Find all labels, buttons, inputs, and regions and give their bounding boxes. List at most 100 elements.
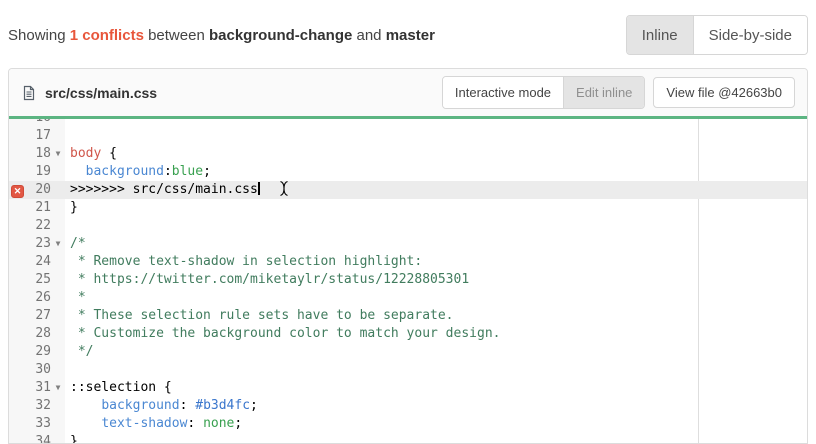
code-content: * Customize the background color to matc… <box>65 325 500 343</box>
line-number: 25 <box>27 271 51 289</box>
gutter: ✕20 <box>9 181 65 199</box>
code-line-23[interactable]: 23▼/* <box>9 235 807 253</box>
gutter: 34 <box>9 433 65 444</box>
gutter: 27 <box>9 307 65 325</box>
gutter: 18▼ <box>9 145 65 163</box>
summary-between: between <box>148 27 205 44</box>
code-content: */ <box>65 343 93 361</box>
line-number: 28 <box>27 325 51 343</box>
code-line-17[interactable]: 17 <box>9 127 807 145</box>
code-line-20[interactable]: ✕20>>>>>>> src/css/main.css <box>9 181 807 199</box>
line-number: 32 <box>27 397 51 415</box>
file-header: src/css/main.css Interactive modeEdit in… <box>9 69 807 116</box>
line-number: 34 <box>27 433 51 444</box>
line-number: 21 <box>27 199 51 217</box>
conflicts-count: 1 conflicts <box>70 27 144 44</box>
line-number: 29 <box>27 343 51 361</box>
gutter: 30 <box>9 361 65 379</box>
line-number: 20 <box>24 181 51 199</box>
code-content: text-shadow: none; <box>65 415 242 433</box>
summary-prefix: Showing <box>8 27 66 44</box>
code-line-26[interactable]: 26 * <box>9 289 807 307</box>
code-content <box>65 127 70 145</box>
line-number: 26 <box>27 289 51 307</box>
code-content: * Remove text-shadow in selection highli… <box>65 253 422 271</box>
code-editor[interactable]: 161718▼body {19 background:blue;✕20>>>>>… <box>9 119 807 444</box>
file-document-icon <box>21 85 37 101</box>
line-number: 33 <box>27 415 51 433</box>
code-line-24[interactable]: 24 * Remove text-shadow in selection hig… <box>9 253 807 271</box>
line-number: 16 <box>27 119 51 127</box>
line-number: 31 <box>27 379 51 397</box>
gutter: 23▼ <box>9 235 65 253</box>
code-content: ::selection { <box>65 379 172 397</box>
code-content: * https://twitter.com/miketaylr/status/1… <box>65 271 469 289</box>
edit-inline-button[interactable]: Edit inline <box>563 77 644 108</box>
gutter: 22 <box>9 217 65 235</box>
branch-target: master <box>386 27 435 44</box>
code-content: /* <box>65 235 86 253</box>
code-line-32[interactable]: 32 background: #b3d4fc; <box>9 397 807 415</box>
code-line-30[interactable]: 30 <box>9 361 807 379</box>
gutter: 21 <box>9 199 65 217</box>
file-actions: Interactive modeEdit inline View file @4… <box>442 76 795 109</box>
code-content: background:blue; <box>65 163 211 181</box>
text-caret <box>258 182 260 195</box>
line-number: 27 <box>27 307 51 325</box>
view-mode-side-by-side[interactable]: Side-by-side <box>693 16 807 54</box>
conflict-error-icon: ✕ <box>11 185 24 198</box>
i-beam-cursor-icon <box>278 180 290 197</box>
gutter: 24 <box>9 253 65 271</box>
line-number: 24 <box>27 253 51 271</box>
gutter: 32 <box>9 397 65 415</box>
interactive-mode-button[interactable]: Interactive mode <box>443 77 563 108</box>
code-line-33[interactable]: 33 text-shadow: none; <box>9 415 807 433</box>
view-mode-inline[interactable]: Inline <box>627 16 693 54</box>
gutter: 26 <box>9 289 65 307</box>
view-mode-toggle: InlineSide-by-side <box>626 15 808 55</box>
conflict-summary-bar: Showing 1 conflicts between background-c… <box>0 0 816 56</box>
file-name: src/css/main.css <box>45 85 157 101</box>
code-content: >>>>>>> src/css/main.css <box>65 181 260 199</box>
code-line-16[interactable]: 16 <box>9 119 807 127</box>
code-line-27[interactable]: 27 * These selection rule sets have to b… <box>9 307 807 325</box>
line-number: 19 <box>27 163 51 181</box>
file-info: src/css/main.css <box>21 85 157 101</box>
gutter: 19 <box>9 163 65 181</box>
line-number: 17 <box>27 127 51 145</box>
code-content: body { <box>65 145 117 163</box>
code-line-34[interactable]: 34} <box>9 433 807 444</box>
gutter: 31▼ <box>9 379 65 397</box>
code-line-19[interactable]: 19 background:blue; <box>9 163 807 181</box>
code-line-22[interactable]: 22 <box>9 217 807 235</box>
code-line-29[interactable]: 29 */ <box>9 343 807 361</box>
code-line-28[interactable]: 28 * Customize the background color to m… <box>9 325 807 343</box>
code-content: * <box>65 289 86 307</box>
fold-chevron-down-icon[interactable]: ▼ <box>51 235 65 253</box>
gutter: 33 <box>9 415 65 433</box>
code-content: } <box>65 199 78 217</box>
gutter: 16 <box>9 119 65 127</box>
gutter: 17 <box>9 127 65 145</box>
gutter: 25 <box>9 271 65 289</box>
code-content <box>65 119 70 127</box>
code-line-31[interactable]: 31▼::selection { <box>9 379 807 397</box>
fold-chevron-down-icon[interactable]: ▼ <box>51 379 65 397</box>
code-line-21[interactable]: 21} <box>9 199 807 217</box>
code-line-25[interactable]: 25 * https://twitter.com/miketaylr/statu… <box>9 271 807 289</box>
branch-source: background-change <box>209 27 352 44</box>
code-line-18[interactable]: 18▼body { <box>9 145 807 163</box>
editor-lines: 161718▼body {19 background:blue;✕20>>>>>… <box>9 119 807 444</box>
code-content <box>65 217 70 235</box>
resolve-mode-toggle: Interactive modeEdit inline <box>442 76 645 109</box>
code-content: } <box>65 433 78 444</box>
view-file-button[interactable]: View file @42663b0 <box>653 77 795 108</box>
code-content: * These selection rule sets have to be s… <box>65 307 454 325</box>
code-content: background: #b3d4fc; <box>65 397 258 415</box>
line-number: 23 <box>27 235 51 253</box>
fold-chevron-down-icon[interactable]: ▼ <box>51 145 65 163</box>
line-number: 22 <box>27 217 51 235</box>
summary-and: and <box>357 27 382 44</box>
line-number: 30 <box>27 361 51 379</box>
line-number: 18 <box>27 145 51 163</box>
